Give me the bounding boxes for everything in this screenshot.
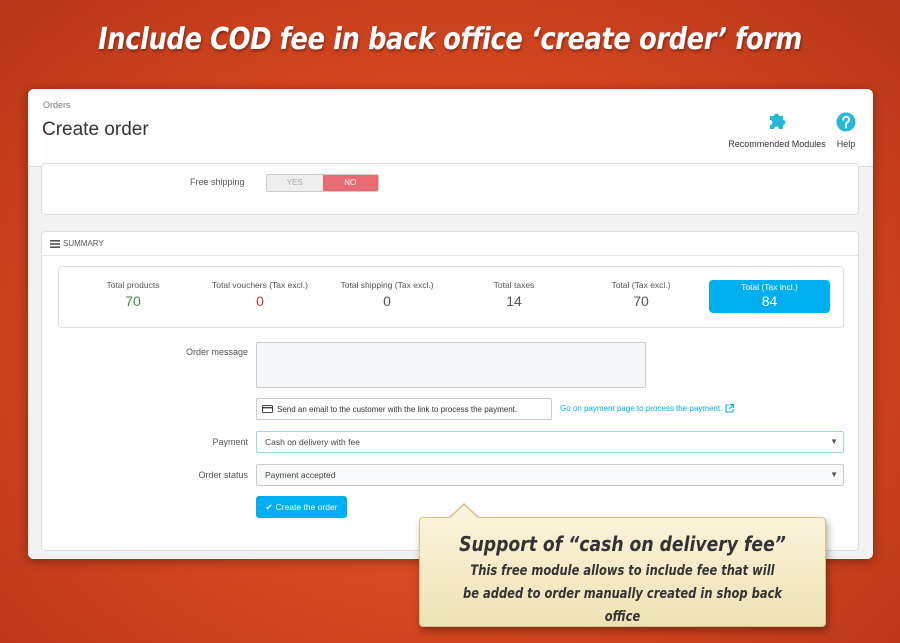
total-shipping-label: Total shipping (Tax excl.) [340, 280, 434, 290]
total-shipping-value: 0 [383, 293, 391, 309]
totals-box: Total products 70 Total vouchers (Tax ex… [58, 266, 844, 328]
free-shipping-yes[interactable]: YES [267, 175, 323, 191]
create-order-label: Create the order [275, 502, 338, 512]
help-button[interactable]: Help [832, 111, 860, 149]
page-title: Create order [42, 119, 149, 140]
page-header: Orders Create order Recommended Modules … [28, 89, 873, 167]
free-shipping-switch[interactable]: YES NO [266, 174, 379, 192]
order-message-label: Order message [185, 347, 248, 357]
puzzle-icon [770, 113, 786, 129]
send-email-label: Send an email to the customer with the l… [277, 404, 518, 414]
payment-page-link-label: Go on payment page to process the paymen… [560, 404, 723, 413]
payment-select[interactable]: Cash on delivery with fee ▼ [256, 431, 844, 453]
feature-callout: Support of “cash on delivery fee” This f… [419, 517, 826, 627]
headline: Include COD fee in back office ‘create o… [98, 22, 802, 57]
total-vouchers-label: Total vouchers (Tax excl.) [212, 280, 308, 290]
order-status-select-value: Payment accepted [265, 470, 336, 480]
payment-select-value: Cash on delivery with fee [265, 437, 360, 447]
divider [42, 255, 858, 256]
total-vouchers: Total vouchers (Tax excl.) 0 [200, 280, 320, 309]
callout-text: This free module allows to include fee t… [462, 563, 783, 625]
order-status-select[interactable]: Payment accepted ▼ [256, 464, 844, 486]
total-tax-excl: Total (Tax excl.) 70 [581, 280, 701, 309]
external-link-icon [725, 404, 735, 413]
recommended-modules-button[interactable]: Recommended Modules [728, 111, 826, 149]
total-taxes: Total taxes 14 [454, 280, 574, 309]
credit-card-icon [262, 405, 273, 413]
total-tax-incl-label: Total (Tax incl.) [741, 282, 798, 292]
back-office-window: Orders Create order Recommended Modules … [28, 89, 873, 559]
order-status-label: Order status [198, 470, 248, 480]
callout-arrow-fill [450, 505, 478, 518]
free-shipping-label: Free shipping [190, 177, 245, 187]
help-icon [836, 112, 856, 132]
total-tax-incl: Total (Tax incl.) 84 [709, 280, 830, 313]
total-products-value: 70 [125, 293, 141, 309]
caret-down-icon: ▼ [830, 437, 838, 446]
total-products-label: Total products [106, 280, 160, 290]
shipping-panel: Free shipping YES NO [41, 163, 859, 215]
content-area: Free shipping YES NO SUMMARY Total produ… [28, 163, 873, 559]
total-products: Total products 70 [73, 280, 193, 309]
check-icon: ✔ [265, 501, 273, 512]
total-tax-excl-label: Total (Tax excl.) [611, 280, 671, 290]
breadcrumb[interactable]: Orders [43, 100, 71, 110]
recommended-modules-label: Recommended Modules [728, 139, 826, 149]
list-icon [50, 239, 60, 248]
free-shipping-no[interactable]: NO [322, 175, 378, 191]
summary-heading-label: SUMMARY [63, 239, 104, 248]
total-taxes-value: 14 [506, 293, 522, 309]
total-vouchers-value: 0 [256, 293, 264, 309]
total-tax-excl-value: 70 [633, 293, 649, 309]
send-email-button[interactable]: Send an email to the customer with the l… [256, 398, 552, 420]
payment-page-link[interactable]: Go on payment page to process the paymen… [560, 404, 735, 413]
order-message-input[interactable] [256, 342, 646, 388]
create-order-button[interactable]: ✔ Create the order [256, 496, 347, 518]
payment-label: Payment [212, 437, 248, 447]
total-shipping: Total shipping (Tax excl.) 0 [327, 280, 447, 309]
summary-heading: SUMMARY [50, 239, 104, 248]
total-tax-incl-value: 84 [761, 293, 778, 309]
callout-title: Support of “cash on delivery fee” [459, 532, 786, 556]
total-taxes-label: Total taxes [493, 280, 535, 290]
caret-down-icon: ▼ [830, 470, 838, 479]
help-label: Help [836, 139, 856, 149]
